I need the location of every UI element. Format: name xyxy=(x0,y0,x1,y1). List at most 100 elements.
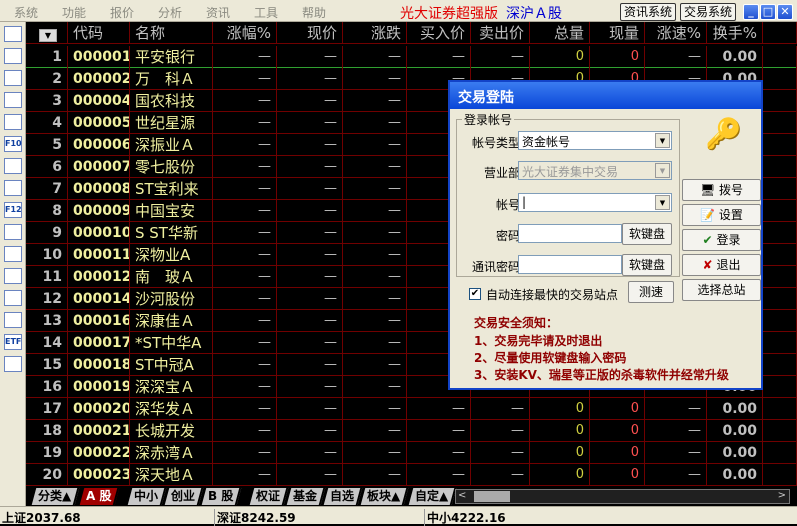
tab-7[interactable]: 自选 xyxy=(323,488,363,505)
search-icon[interactable] xyxy=(4,246,22,262)
quote-list-icon[interactable] xyxy=(4,26,22,42)
tab-2[interactable]: 中小 xyxy=(127,488,167,505)
settings-button[interactable]: 📝 设置 xyxy=(682,204,761,226)
column-header[interactable]: 代码 xyxy=(68,22,130,44)
column-header[interactable]: 总量 xyxy=(530,22,590,44)
cell: — xyxy=(277,200,343,222)
check-icon: ✔ xyxy=(702,233,713,247)
trade-system-button[interactable]: 交易系统 xyxy=(680,3,737,21)
cell: — xyxy=(645,420,707,442)
cell: *ST中华A xyxy=(130,332,213,354)
tab-4[interactable]: B 股 xyxy=(201,488,242,505)
cell: — xyxy=(277,222,343,244)
menu-item-3[interactable]: 分析 xyxy=(158,4,182,21)
select-station-button[interactable]: 选择总站 xyxy=(682,279,761,301)
cell: — xyxy=(343,354,407,376)
column-header[interactable]: 换手% xyxy=(707,22,763,44)
tree-icon[interactable] xyxy=(4,158,22,174)
cell: 16 xyxy=(26,376,68,398)
tab-5[interactable]: 权证 xyxy=(249,488,289,505)
auto-connect-checkbox[interactable]: ✔ xyxy=(469,288,481,300)
line-chart-icon[interactable] xyxy=(4,70,22,86)
etf-icon[interactable]: ETF xyxy=(4,334,22,350)
tab-1[interactable]: A 股 xyxy=(79,488,120,505)
tab-6[interactable]: 基金 xyxy=(286,488,326,505)
column-menu[interactable]: ▼ xyxy=(26,22,68,44)
table-header: ▼ 代码 名称 涨幅% 现价 涨跌 买入价 卖出价 总量 现量 涨速% 换手% xyxy=(26,22,797,44)
cell: — xyxy=(213,332,277,354)
cell: 0 xyxy=(590,398,645,420)
account-type-select[interactable]: 资金帐号 ▼ xyxy=(518,131,672,150)
import-icon[interactable] xyxy=(4,356,22,372)
minimize-button[interactable]: _ xyxy=(743,4,759,20)
speedtest-button[interactable]: 测速 xyxy=(628,281,674,303)
cell: 000016 xyxy=(68,310,130,332)
table-row[interactable]: 1 000001 平安银行 — — — — —0 0—0.00 xyxy=(26,46,797,68)
sort-icon[interactable] xyxy=(4,290,22,306)
maximize-button[interactable]: □ xyxy=(760,4,776,20)
cell xyxy=(763,354,797,376)
table-row[interactable]: 18 000021 长城开发 — — — — —0 0—0.00 xyxy=(26,420,797,442)
table-row[interactable]: 20 000023 深天地Ａ — — — — —0 0—0.00 xyxy=(26,464,797,486)
menu-item-6[interactable]: 帮助 xyxy=(302,4,326,21)
dropdown-icon: ▼ xyxy=(39,29,57,42)
menu-item-4[interactable]: 资讯 xyxy=(206,4,230,21)
cell: 8 xyxy=(26,200,68,222)
column-header[interactable]: 现量 xyxy=(590,22,645,44)
trade-login-dialog: 交易登陆 登录帐号 帐号类型： 资金帐号 ▼ 营业部： 光大证券集中交易 ▼ 帐号：… xyxy=(448,80,763,390)
table-row[interactable]: 17 000020 深华发Ａ — — — — —0 0—0.00 xyxy=(26,398,797,420)
cell xyxy=(763,398,797,420)
f12-icon[interactable]: F12 xyxy=(4,202,22,218)
cell: 平安银行 xyxy=(130,46,213,68)
column-header[interactable]: 涨幅% xyxy=(213,22,277,44)
menu-item-0[interactable]: 系统 xyxy=(14,4,38,21)
cell: 深深宝Ａ xyxy=(130,376,213,398)
cell: — xyxy=(213,134,277,156)
cell: 国农科技 xyxy=(130,90,213,112)
tab-8[interactable]: 板块▲ xyxy=(360,488,409,505)
horizontal-scrollbar[interactable]: < > xyxy=(455,489,790,504)
column-header[interactable]: 名称 xyxy=(130,22,213,44)
cell: 0 xyxy=(590,464,645,486)
formula-icon[interactable] xyxy=(4,224,22,240)
tab-3[interactable]: 创业 xyxy=(164,488,204,505)
cell: 0.00 xyxy=(707,398,763,420)
close-button[interactable]: ✕ xyxy=(777,4,793,20)
table-row[interactable]: 19 000022 深赤湾Ａ — — — — —0 0—0.00 xyxy=(26,442,797,464)
cell: — xyxy=(213,68,277,90)
tab-9[interactable]: 自定▲ xyxy=(408,488,457,505)
cell: — xyxy=(343,266,407,288)
menu-item-1[interactable]: 功能 xyxy=(62,4,86,21)
cell: — xyxy=(277,464,343,486)
soft-keyboard-button-2[interactable]: 软键盘 xyxy=(622,254,672,276)
exit-button[interactable]: ✘ 退出 xyxy=(682,254,761,276)
menu-item-2[interactable]: 报价 xyxy=(110,4,134,21)
column-header[interactable]: 现价 xyxy=(277,22,343,44)
column-header[interactable]: 买入价 xyxy=(407,22,471,44)
soft-keyboard-button[interactable]: 软键盘 xyxy=(622,223,672,245)
dial-button[interactable]: 🖥 拨号 xyxy=(682,179,761,201)
info-system-button[interactable]: 资讯系统 xyxy=(620,3,677,21)
cell: — xyxy=(343,134,407,156)
self-icon[interactable] xyxy=(4,180,22,196)
cell: — xyxy=(471,442,530,464)
account-input[interactable]: | ▼ xyxy=(518,193,672,212)
f10-icon[interactable]: F10 xyxy=(4,136,22,152)
column-header[interactable]: 涨速% xyxy=(645,22,707,44)
column-header[interactable]: 卖出价 xyxy=(471,22,530,44)
cell: — xyxy=(277,112,343,134)
cell: ST中冠A xyxy=(130,354,213,376)
login-button[interactable]: ✔ 登录 xyxy=(682,229,761,251)
tab-0[interactable]: 分类▲ xyxy=(31,488,80,505)
news-icon[interactable] xyxy=(4,114,22,130)
column-header[interactable]: 涨跌 xyxy=(343,22,407,44)
comm-password-input[interactable] xyxy=(518,255,622,274)
grid-icon[interactable] xyxy=(4,48,22,64)
candlestick-icon[interactable] xyxy=(4,92,22,108)
cell: 1 xyxy=(26,46,68,68)
scatter-icon[interactable] xyxy=(4,312,22,328)
cell: — xyxy=(213,244,277,266)
folder-icon[interactable] xyxy=(4,268,22,284)
password-input[interactable] xyxy=(518,224,622,243)
menu-item-5[interactable]: 工具 xyxy=(254,4,278,21)
